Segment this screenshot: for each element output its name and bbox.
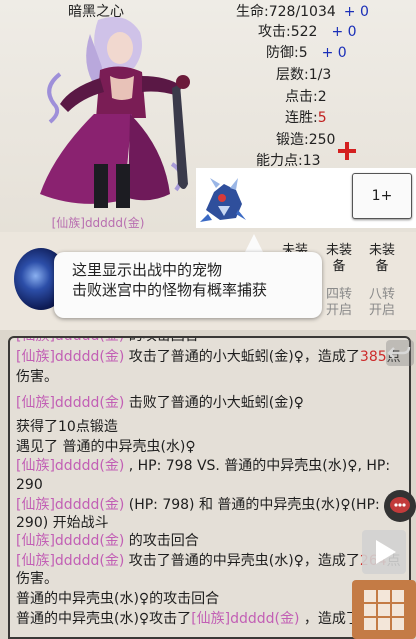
log-line: [仙族]ddddd(金) 的攻击回合 bbox=[16, 531, 199, 551]
log-line: 遇见了 普通的中异壳虫(水)♀ bbox=[16, 439, 196, 455]
equip-slot-label: 开启 bbox=[368, 303, 395, 318]
log-text: 的攻击回合 bbox=[124, 336, 199, 344]
log-line: 伤害。 bbox=[16, 369, 58, 385]
log-line: [仙族]ddddd(金) , HP: 798 VS. 普通的中异壳虫(水)♀, … bbox=[16, 456, 390, 476]
streak-stat: 连胜:5 bbox=[285, 107, 327, 127]
character-title: [仙族]ddddd(金) bbox=[51, 216, 145, 230]
equip-slot-label: 备 bbox=[332, 259, 346, 274]
log-actor: [仙族]ddddd(金) bbox=[16, 497, 125, 513]
main-menu-button[interactable] bbox=[352, 580, 416, 639]
log-actor: [仙族]ddddd(金) bbox=[16, 349, 125, 365]
log-text: ，造成了 bbox=[299, 611, 360, 627]
log-text: 普通的中异壳虫(水)♀攻击了 bbox=[16, 611, 192, 627]
equip-slot-4: 四转 开启 bbox=[322, 287, 356, 319]
equip-slot-label: 八转 bbox=[368, 287, 395, 302]
hp-stat: 生命:728/1034 + 0 bbox=[236, 1, 369, 21]
log-actor: [仙族]ddddd(金) bbox=[16, 553, 125, 569]
equip-slot-label: 未装 bbox=[368, 243, 395, 258]
streak-label: 连胜: bbox=[285, 110, 318, 126]
log-actor: [仙族]ddddd(金) bbox=[191, 611, 300, 627]
defense-bonus: + 0 bbox=[321, 45, 347, 61]
defense-value: 防御:5 bbox=[266, 45, 308, 61]
log-line: [仙族]ddddd(金) 攻击了普通的中异壳虫(水)♀，造成了264点 bbox=[16, 551, 401, 571]
log-actor: [仙族]ddddd(金) bbox=[16, 458, 125, 474]
one-plus-button[interactable]: 1+ bbox=[352, 173, 412, 219]
attack-stat: 攻击:522 + 0 bbox=[258, 21, 357, 41]
battle-log[interactable]: [仙族]ddddd(金) 的攻击回合 [仙族]ddddd(金) 攻击了普通的小大… bbox=[8, 336, 411, 639]
auto-play-button[interactable] bbox=[362, 530, 406, 574]
log-actor: [仙族]ddddd(金) bbox=[16, 533, 125, 549]
add-ability-icon[interactable] bbox=[336, 140, 358, 162]
log-line: 普通的中异壳虫(水)♀的攻击回合 bbox=[16, 591, 220, 607]
log-text: , HP: 798 VS. 普通的中异壳虫(水)♀, HP: bbox=[124, 458, 391, 474]
tooltip-tail bbox=[244, 234, 264, 254]
equip-slot-2[interactable]: 未装 备 bbox=[322, 243, 356, 275]
clicks-stat: 点击:2 bbox=[285, 89, 327, 105]
log-text: 击败了普通的小大蚯蚓(金)♀ bbox=[124, 395, 304, 411]
log-line: 290) 开始战斗 bbox=[16, 515, 109, 531]
equip-slot-label: 备 bbox=[375, 259, 389, 274]
ability-stat: 能力点:13 bbox=[256, 153, 321, 169]
equip-slot-label: 未装 bbox=[325, 243, 352, 258]
log-line: [仙族]ddddd(金) 攻击了普通的小大蚯蚓(金)♀，造成了385点 bbox=[16, 347, 401, 367]
equip-slot-label: 开启 bbox=[325, 303, 352, 318]
log-text: (HP: 798) 和 普通的中异壳虫(水)♀(HP: bbox=[124, 497, 380, 513]
chat-bubble-icon bbox=[390, 497, 410, 513]
equip-slot-5: 八转 开启 bbox=[365, 287, 399, 319]
back-button[interactable] bbox=[386, 340, 414, 366]
log-line: 获得了10点锻造 bbox=[16, 419, 118, 435]
hp-bonus: + 0 bbox=[343, 4, 369, 20]
defense-stat: 防御:5 + 0 bbox=[266, 42, 347, 62]
log-actor: [仙族]ddddd(金) bbox=[16, 395, 125, 411]
log-line: 290 bbox=[16, 477, 43, 493]
equip-slot-3[interactable]: 未装 备 bbox=[365, 243, 399, 275]
character-panel: 暗黑之心 [仙族]ddddd(金) 生命:728/1034 + 0 攻击:522 +… bbox=[0, 0, 416, 232]
tooltip-line-2: 击败迷宫中的怪物有概率捕获 bbox=[72, 281, 268, 299]
play-icon bbox=[376, 540, 396, 564]
streak-value: 5 bbox=[317, 110, 327, 126]
log-text: 的攻击回合 bbox=[124, 533, 199, 549]
log-line: 伤害。 bbox=[16, 571, 58, 587]
chat-button[interactable] bbox=[384, 490, 416, 522]
hp-value: 生命:728/1034 bbox=[236, 4, 336, 20]
log-text: 攻击了普通的中异壳虫(水)♀，造成了 bbox=[124, 553, 360, 569]
log-line: [仙族]ddddd(金) (HP: 798) 和 普通的中异壳虫(水)♀(HP: bbox=[16, 495, 380, 515]
floor-stat: 层数:1/3 bbox=[276, 67, 332, 83]
tooltip-line-1: 这里显示出战中的宠物 bbox=[72, 261, 223, 279]
equip-slot-label: 四转 bbox=[325, 287, 352, 302]
hero-portrait bbox=[40, 16, 190, 208]
log-line: [仙族]ddddd(金) 击败了普通的小大蚯蚓(金)♀ bbox=[16, 393, 304, 413]
back-arrow-icon bbox=[387, 346, 411, 359]
log-text: 攻击了普通的小大蚯蚓(金)♀，造成了 bbox=[124, 349, 360, 365]
attack-bonus: + 0 bbox=[331, 24, 357, 40]
forge-stat: 锻造:250 bbox=[276, 132, 336, 148]
log-actor: [仙族]ddddd(金) bbox=[16, 336, 125, 344]
log-damage: 385 bbox=[359, 349, 387, 365]
attack-value: 攻击:522 bbox=[258, 24, 318, 40]
log-line: [仙族]ddddd(金) 的攻击回合 bbox=[16, 336, 199, 346]
log-line: 普通的中异壳虫(水)♀攻击了[仙族]ddddd(金) ，造成了 bbox=[16, 609, 360, 629]
pet-dragon-icon[interactable] bbox=[196, 170, 250, 226]
pet-hint-tooltip[interactable]: 这里显示出战中的宠物 击败迷宫中的怪物有概率捕获 bbox=[54, 252, 322, 318]
